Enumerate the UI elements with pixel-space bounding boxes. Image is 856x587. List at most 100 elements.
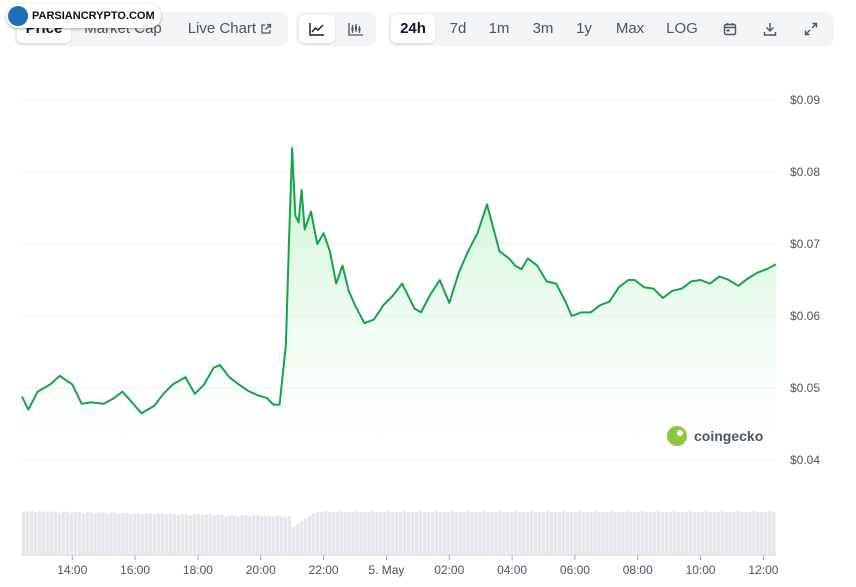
volume-bar bbox=[33, 512, 38, 555]
volume-bar bbox=[656, 511, 661, 555]
volume-bar bbox=[577, 511, 581, 555]
volume-bar bbox=[121, 512, 125, 555]
volume-bar bbox=[252, 515, 256, 555]
volume-bar bbox=[260, 516, 264, 555]
watermark-logo bbox=[8, 6, 28, 26]
volume-bar bbox=[188, 515, 193, 555]
volume-bar bbox=[29, 511, 34, 555]
volume-bar bbox=[379, 512, 383, 555]
volume-bar bbox=[391, 512, 395, 555]
volume-bar bbox=[736, 511, 740, 555]
volume-bar bbox=[137, 513, 141, 555]
volume-bar bbox=[557, 512, 562, 555]
volume-bar bbox=[212, 515, 216, 555]
x-tick-label: 18:00 bbox=[183, 563, 213, 577]
volume-bar bbox=[545, 511, 550, 555]
volume-bar bbox=[442, 512, 447, 555]
volume-bar bbox=[597, 512, 601, 555]
y-tick-label: $0.05 bbox=[790, 381, 820, 395]
volume-bar bbox=[113, 512, 117, 555]
volume-bar bbox=[510, 512, 514, 555]
volume-bar bbox=[629, 512, 633, 555]
volume-bar bbox=[609, 511, 613, 555]
volume-bar bbox=[672, 511, 677, 555]
volume-bar bbox=[533, 512, 538, 555]
x-tick-label: 16:00 bbox=[120, 563, 150, 577]
volume-bar bbox=[220, 514, 224, 555]
x-tick-label: 22:00 bbox=[309, 563, 339, 577]
volume-bar bbox=[676, 512, 681, 555]
volume-bar bbox=[410, 512, 415, 555]
volume-bar bbox=[406, 512, 411, 555]
volume-bar bbox=[537, 512, 542, 555]
volume-bar bbox=[228, 514, 232, 555]
volume-bar bbox=[399, 512, 403, 555]
volume-bar bbox=[450, 511, 454, 555]
volume-bar bbox=[549, 512, 554, 555]
volume-bar bbox=[581, 512, 585, 555]
volume-bar bbox=[172, 513, 177, 555]
volume-bar bbox=[343, 512, 347, 555]
volume-bar bbox=[752, 511, 756, 555]
volume-bar bbox=[200, 515, 204, 555]
volume-bar bbox=[692, 512, 697, 555]
volume-bar bbox=[299, 521, 304, 555]
volume-bar bbox=[649, 512, 653, 555]
volume-bar bbox=[164, 514, 169, 555]
volume-bar bbox=[180, 513, 185, 555]
volume-bar bbox=[287, 515, 292, 555]
x-tick-label: 10:00 bbox=[686, 563, 716, 577]
volume-bar bbox=[129, 513, 133, 555]
volume-bar bbox=[224, 515, 228, 555]
volume-bar bbox=[109, 512, 113, 555]
volume-bar bbox=[387, 511, 391, 555]
volume-bar bbox=[680, 512, 685, 555]
volume-bar bbox=[525, 512, 530, 555]
volume-bar bbox=[335, 512, 339, 555]
y-tick-label: $0.06 bbox=[790, 309, 820, 323]
volume-bar bbox=[740, 512, 744, 555]
y-tick-label: $0.07 bbox=[790, 237, 820, 251]
volume-bar bbox=[541, 512, 546, 555]
volume-bar bbox=[772, 512, 776, 555]
volume-bar bbox=[145, 513, 149, 555]
volume-bar bbox=[61, 511, 66, 555]
volume-bar bbox=[645, 512, 649, 555]
coingecko-logo-eye bbox=[677, 430, 683, 436]
volume-bar bbox=[283, 516, 288, 555]
volume-bar bbox=[664, 512, 669, 555]
volume-bar bbox=[502, 512, 506, 555]
volume-bar bbox=[57, 512, 62, 555]
volume-bar bbox=[156, 513, 161, 555]
volume-bar bbox=[482, 511, 486, 555]
volume-bar bbox=[414, 512, 419, 555]
volume-bar bbox=[264, 515, 268, 555]
volume-bar bbox=[514, 511, 518, 555]
coingecko-logo-icon bbox=[667, 426, 687, 446]
volume-bar bbox=[585, 512, 589, 555]
price-chart[interactable]: $0.09 $0.08 $0.07 $0.06 $0.05 $0.04 14:00 16:0… bbox=[0, 0, 856, 587]
volume-bar bbox=[748, 512, 752, 555]
volume-bar bbox=[561, 511, 566, 555]
volume-bar bbox=[168, 513, 173, 555]
volume-bar bbox=[601, 512, 605, 555]
volume-bar bbox=[160, 513, 165, 555]
volume-bar bbox=[240, 515, 244, 555]
volume-bar bbox=[331, 512, 335, 555]
x-tick-label: 14:00 bbox=[57, 563, 87, 577]
volume-bar bbox=[668, 512, 673, 555]
volume-bar bbox=[311, 513, 316, 555]
volume-bar bbox=[152, 514, 157, 555]
volume-bar bbox=[613, 512, 617, 555]
volume-bar bbox=[498, 511, 502, 555]
volume-bar bbox=[117, 513, 121, 555]
volume-bar bbox=[105, 513, 109, 555]
volume-bar bbox=[141, 514, 145, 555]
volume-bar bbox=[148, 513, 153, 555]
y-tick-label: $0.08 bbox=[790, 165, 820, 179]
volume-bar bbox=[327, 512, 331, 555]
volume-bar bbox=[101, 512, 105, 555]
volume-bar bbox=[93, 513, 97, 555]
volume-bar bbox=[486, 512, 490, 555]
volume-bar bbox=[466, 511, 470, 555]
